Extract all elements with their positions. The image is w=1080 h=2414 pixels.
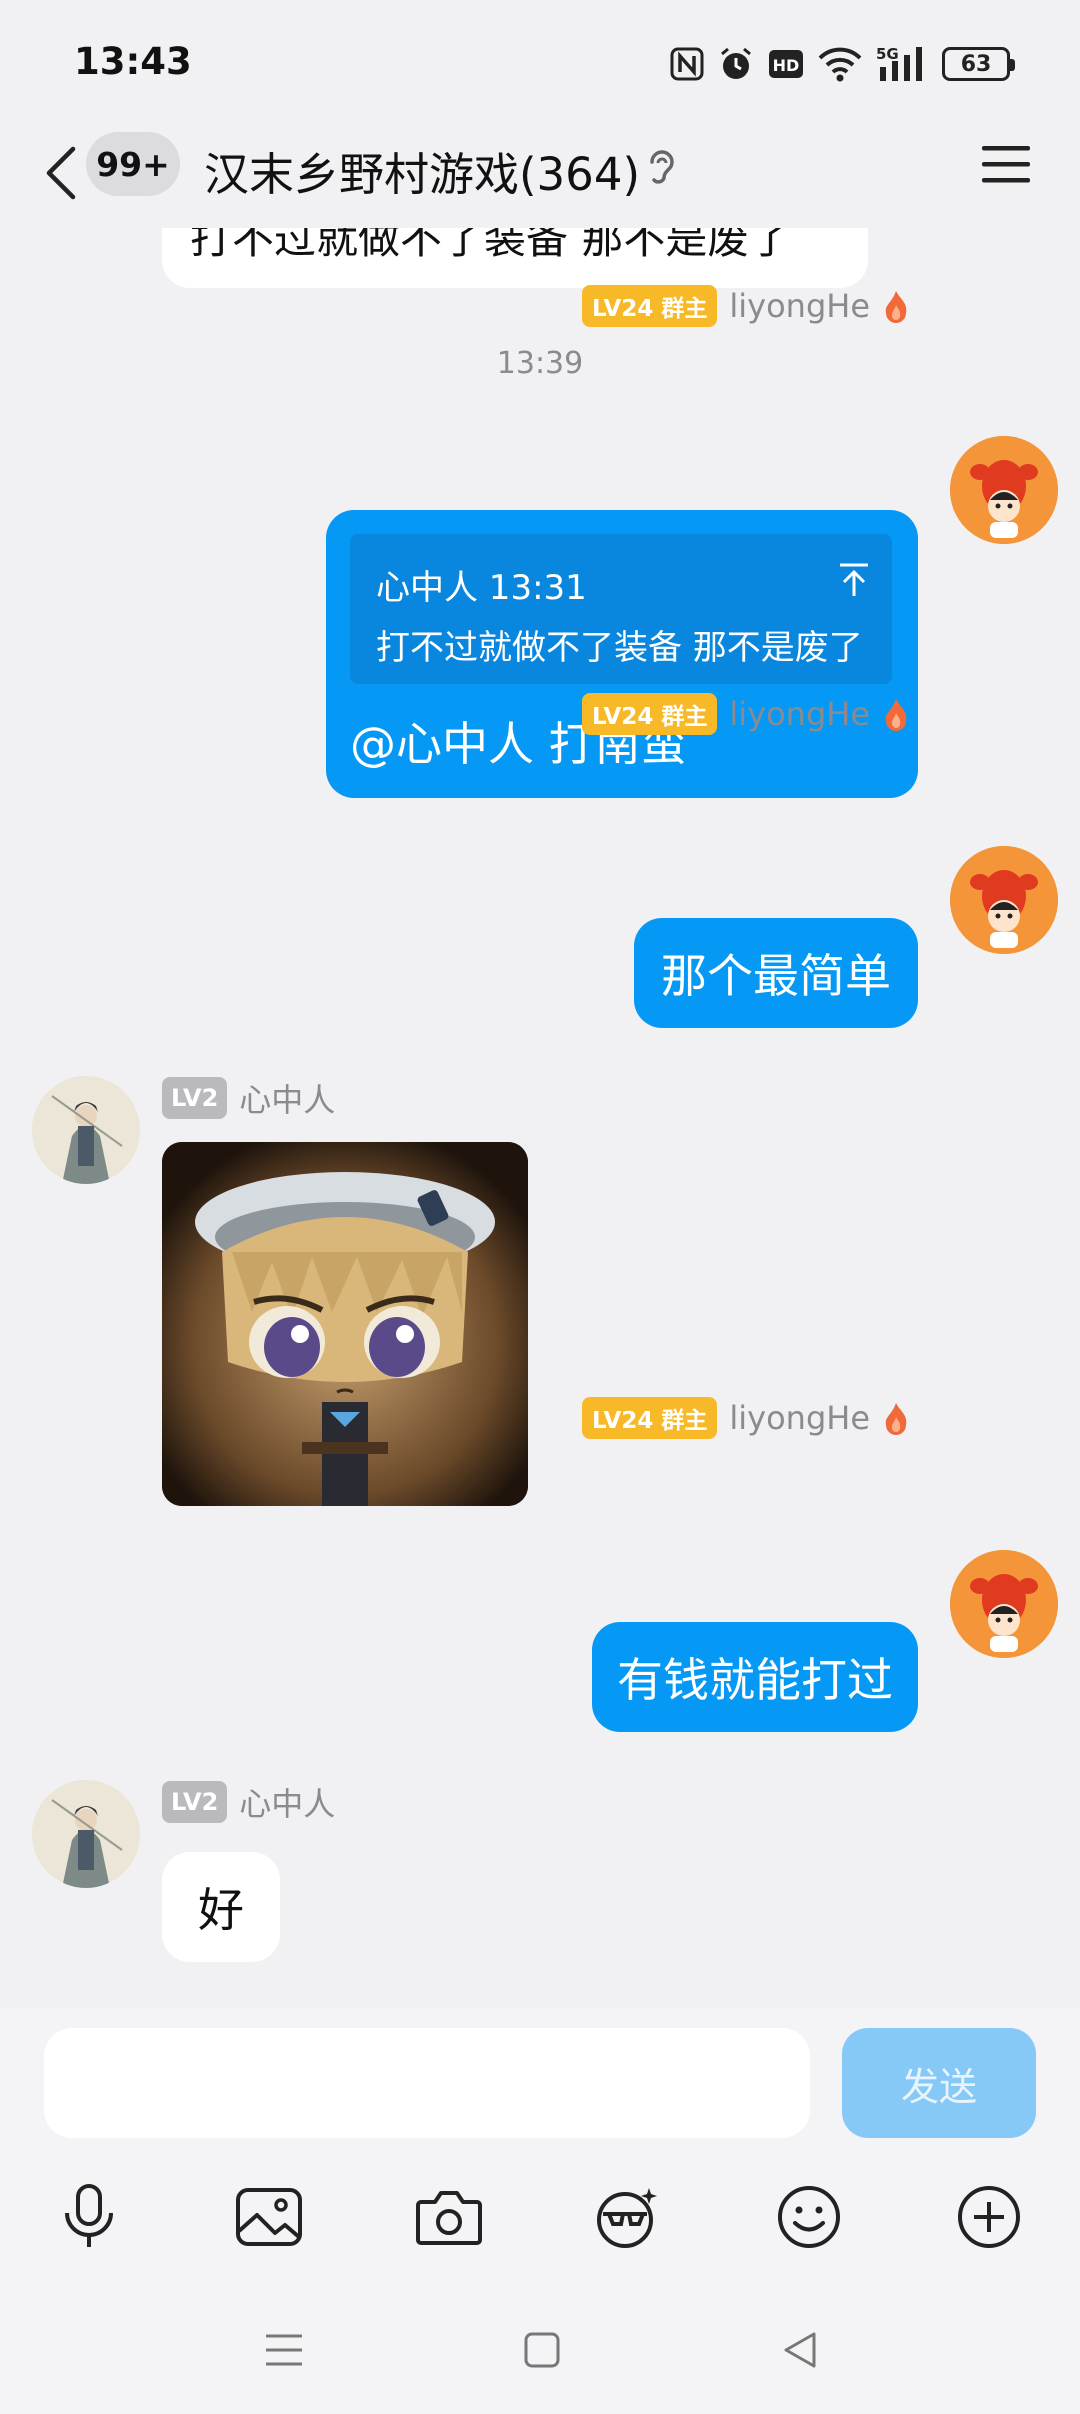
sticker-icon[interactable] [582,2172,672,2262]
sender-meta: LV24 群主 liyongHe [582,692,910,736]
square-icon [524,2332,560,2368]
system-nav-bar [0,2280,1080,2414]
sender-name[interactable]: liyongHe [729,287,870,325]
send-button[interactable]: 发送 [842,2028,1036,2138]
signal-5g-icon: 5G [876,45,922,81]
svg-text:HD: HD [773,56,800,75]
sender-name[interactable]: liyongHe [729,1399,870,1437]
jump-to-quote-icon[interactable] [838,562,870,602]
alarm-icon [721,47,751,79]
sender-meta: LV24 群主 liyongHe [582,284,910,328]
flame-icon [882,289,910,323]
camera-icon[interactable] [404,2172,494,2262]
triangle-back-icon [784,2332,816,2368]
level-badge: LV2 [162,1781,228,1823]
status-time: 13:43 [74,40,192,83]
avatar-xinzhongren[interactable] [32,1780,140,1888]
menu-lines-icon [266,2334,302,2366]
level-badge: LV2 [162,1077,228,1119]
microphone-icon[interactable] [44,2172,134,2262]
quote-text: 打不过就做不了装备 那不是废了 [376,628,863,668]
svg-text:5G: 5G [876,45,899,63]
sender-name[interactable]: 心中人 [239,1075,335,1121]
owner-badge: LV24 群主 [582,693,718,735]
sender-meta: LV24 群主 liyongHe [582,1396,910,1440]
status-bar: 13:43 HD 5G 63 [0,0,1080,128]
home-button[interactable] [512,2320,572,2380]
message-bubble[interactable]: 有钱就能打过 [592,1622,918,1732]
message-text: 那个最简单 [661,949,891,1003]
message-bubble[interactable]: 好 [162,1852,280,1962]
quote-sender-time: 心中人 13:31 [376,568,587,608]
back-button[interactable] [36,134,84,212]
message-input[interactable] [44,2028,810,2138]
menu-button[interactable] [978,140,1034,190]
avatar-liyonghe[interactable] [950,1550,1058,1658]
sticker-image[interactable] [162,1142,528,1506]
owner-badge: LV24 群主 [582,285,718,327]
hamburger-icon [982,146,1030,183]
message-bubble-partial[interactable]: 打不过就做不了装备 那不是废了 [162,228,868,288]
avatar-liyonghe[interactable] [950,846,1058,954]
nfc-icon [670,47,704,81]
status-icons: HD 5G 63 [670,44,1015,84]
unread-count-badge[interactable]: 99+ [86,132,180,196]
sender-meta: LV2 心中人 [162,1780,335,1824]
nav-back-button[interactable] [770,2320,830,2380]
chevron-left-icon [46,146,76,200]
earpiece-mode-icon[interactable] [644,146,678,192]
battery-indicator: 63 [942,47,1015,81]
message-text: 好 [198,1883,244,1937]
owner-badge: LV24 群主 [582,1397,718,1439]
sender-name[interactable]: 心中人 [239,1779,335,1825]
sender-name[interactable]: liyongHe [729,695,870,733]
avatar-xinzhongren[interactable] [32,1076,140,1184]
message-text: 打不过就做不了装备 那不是废了 [190,228,792,263]
group-title[interactable]: 汉末乡野村游戏(364) [204,138,640,203]
recents-button[interactable] [254,2320,314,2380]
message-timestamp: 13:39 [496,346,584,381]
quoted-message[interactable]: 心中人 13:31 打不过就做不了装备 那不是废了 [350,534,892,684]
flame-icon [882,697,910,731]
sender-meta: LV2 心中人 [162,1076,335,1120]
avatar-liyonghe[interactable] [950,436,1058,544]
reply-message-bubble[interactable]: 心中人 13:31 打不过就做不了装备 那不是废了 @心中人 打南蛮 [326,510,918,798]
emoji-icon[interactable] [764,2172,854,2262]
message-list[interactable]: 打不过就做不了装备 那不是废了 13:39 LV24 群主 liyongHe 心… [0,228,1080,2008]
plus-icon[interactable] [944,2172,1034,2262]
chat-header: 99+ 汉末乡野村游戏(364) [0,118,1080,228]
image-icon[interactable] [224,2172,314,2262]
message-text: 有钱就能打过 [617,1653,893,1707]
hd-icon: HD [769,50,803,78]
wifi-icon [818,47,862,82]
flame-icon [882,1401,910,1435]
message-bubble[interactable]: 那个最简单 [634,918,918,1028]
